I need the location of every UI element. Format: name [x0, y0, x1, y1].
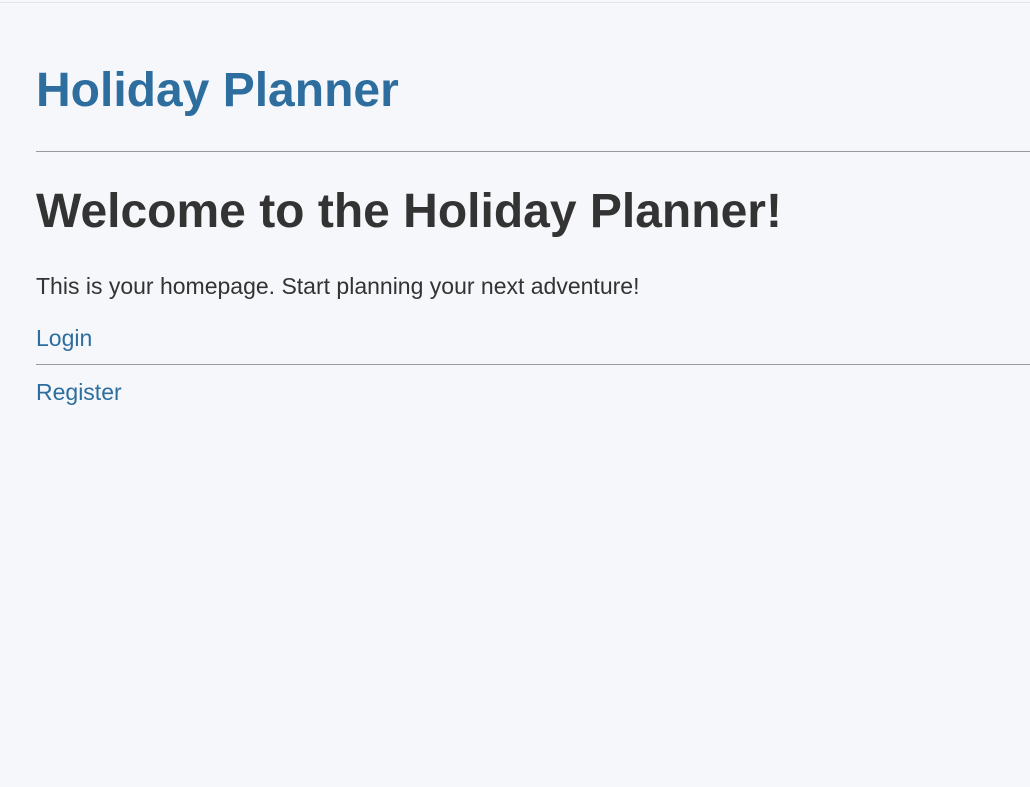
top-border [0, 2, 1030, 3]
nav-divider [36, 364, 1030, 365]
login-link[interactable]: Login [36, 323, 92, 353]
site-title: Holiday Planner [36, 64, 399, 117]
site-header: Holiday Planner [36, 63, 399, 119]
page-title: Welcome to the Holiday Planner! [36, 185, 782, 238]
header-divider [36, 151, 1030, 152]
intro-text: This is your homepage. Start planning yo… [36, 273, 640, 299]
main-content: Welcome to the Holiday Planner! [36, 184, 782, 240]
register-link[interactable]: Register [36, 377, 122, 407]
